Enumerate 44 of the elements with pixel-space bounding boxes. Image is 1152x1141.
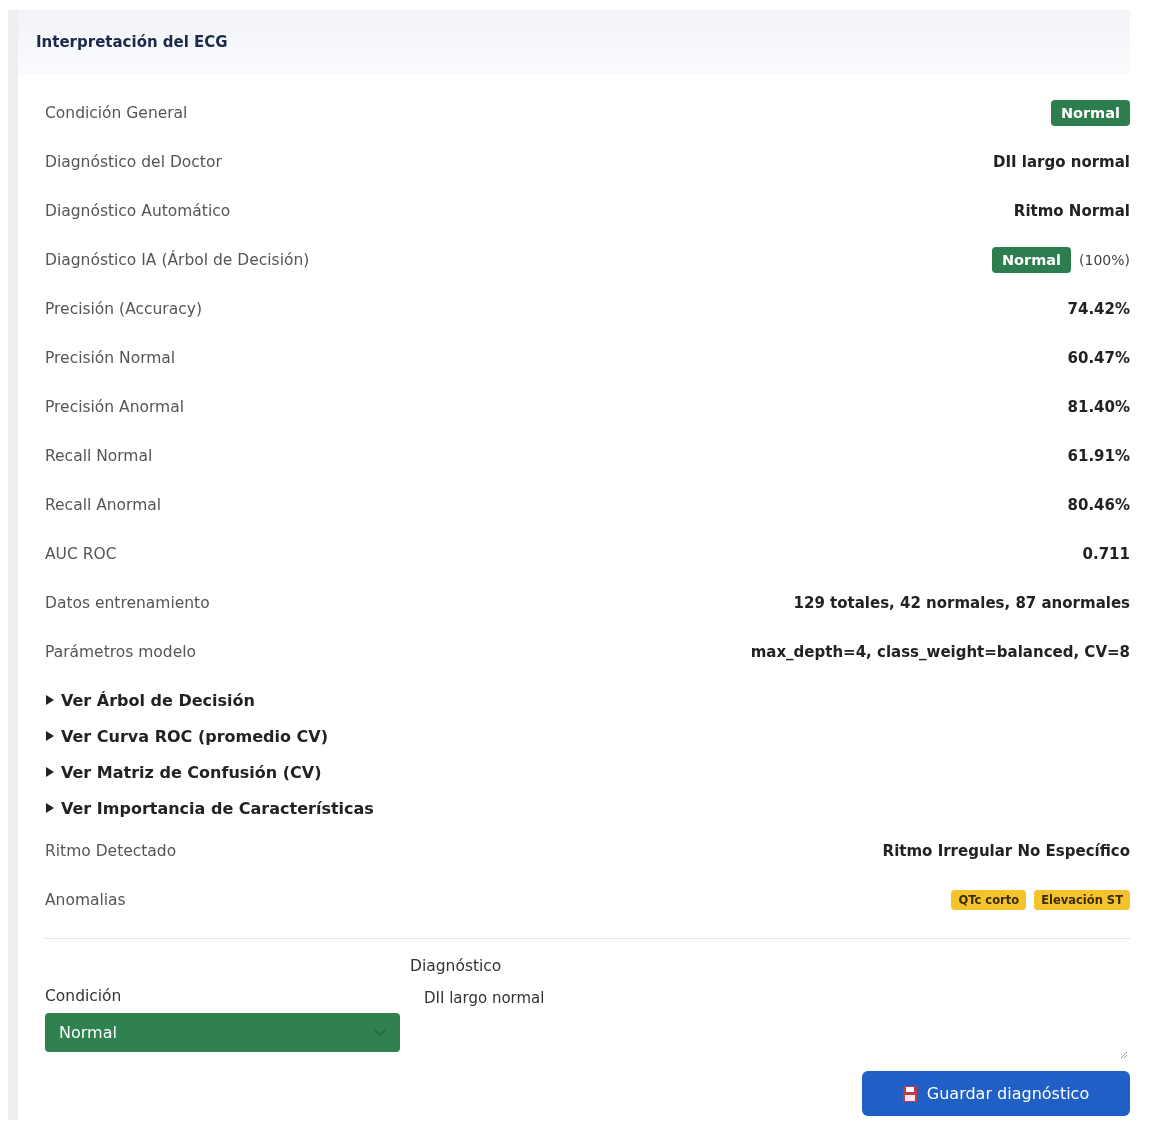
field-label: Precisión (Accuracy): [45, 299, 202, 318]
confidence-text: (100%): [1079, 251, 1130, 268]
status-badge: Normal: [1050, 99, 1130, 126]
field-value: 60.47%: [1067, 348, 1130, 367]
anomaly-tag: QTc corto: [951, 889, 1027, 910]
triangle-icon: [45, 767, 55, 777]
card-title: Interpretación del ECG: [36, 33, 228, 51]
field-value: DII largo normal: [992, 152, 1130, 171]
field-label: Recall Anormal: [45, 495, 162, 514]
field-label: Parámetros modelo: [45, 642, 196, 661]
field-label: AUC ROC: [45, 544, 117, 563]
triangle-icon: [45, 803, 55, 813]
field-value: 0.711: [1082, 544, 1130, 563]
field-label: Precisión Anormal: [45, 397, 184, 416]
collapsible-section[interactable]: Ver Curva ROC (promedio CV): [45, 718, 1130, 754]
save-button[interactable]: Guardar diagnóstico: [862, 1071, 1130, 1116]
triangle-icon: [45, 695, 55, 705]
resize-handle-icon[interactable]: [1118, 1049, 1128, 1059]
condition-select[interactable]: Normal: [45, 1013, 400, 1052]
field-label: Diagnóstico: [410, 957, 503, 975]
field-label: Diagnóstico IA (Árbol de Decisión): [45, 250, 310, 269]
anomaly-tag: Elevación ST: [1034, 889, 1130, 910]
field-label: Diagnóstico Automático: [45, 201, 231, 220]
field-value: 74.42%: [1067, 299, 1130, 318]
triangle-icon: [45, 731, 55, 741]
field-label: Anomalias: [45, 890, 126, 909]
collapsible-section[interactable]: Ver Árbol de Decisión: [45, 682, 1130, 718]
field-label: Datos entrenamiento: [45, 593, 210, 612]
field-value: Ritmo Normal: [1013, 201, 1130, 220]
collapsible-section[interactable]: Ver Matriz de Confusión (CV): [45, 754, 1130, 790]
field-label: Diagnóstico del Doctor: [45, 152, 222, 171]
status-badge: Normal: [991, 246, 1072, 273]
field-value: 129 totales, 42 normales, 87 anormales: [793, 593, 1130, 612]
collapsible-section[interactable]: Ver Importancia de Características: [45, 790, 1130, 826]
field-value: 80.46%: [1067, 495, 1130, 514]
field-value: 61.91%: [1067, 446, 1130, 465]
field-value: max_depth=4, class_weight=balanced, CV=8: [750, 642, 1130, 661]
field-value: 81.40%: [1067, 397, 1130, 416]
field-label: Condición: [45, 987, 123, 1005]
field-label: Recall Normal: [45, 446, 153, 465]
field-value: Ritmo Irregular No Específico: [882, 841, 1130, 860]
field-label: Condición General: [45, 103, 188, 122]
field-label: Ritmo Detectado: [45, 841, 177, 860]
field-label: Precisión Normal: [45, 348, 176, 367]
